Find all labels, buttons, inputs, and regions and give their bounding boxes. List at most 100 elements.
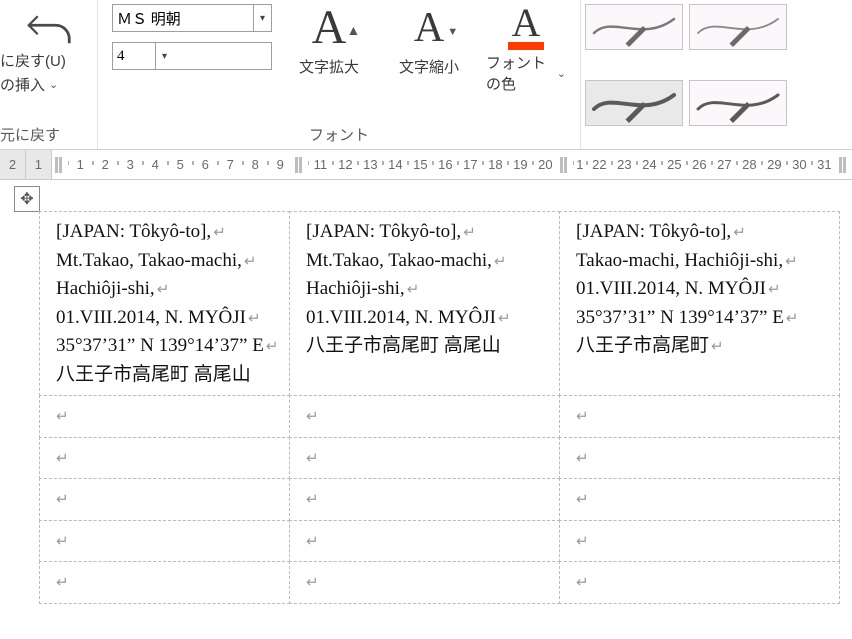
ruler-number: 17 — [458, 157, 483, 172]
chevron-down-icon[interactable]: ▾ — [253, 5, 271, 31]
ruler-number: 6 — [193, 157, 218, 172]
return-mark-icon: ↵ — [244, 251, 257, 274]
label-text: 八王子市高尾町 高尾山 — [56, 361, 251, 390]
ruler-number: 29 — [762, 157, 787, 172]
ruler-left-margin: 1 — [26, 150, 52, 179]
label-cell[interactable]: ↵ — [289, 395, 560, 438]
label-text: 35°37’31” N 139°14’37” E — [56, 332, 264, 361]
ruler-number: 12 — [333, 157, 358, 172]
label-cell[interactable]: ↵ — [559, 561, 840, 604]
label-cell[interactable]: ↵ — [559, 395, 840, 438]
font-size-input[interactable] — [113, 46, 155, 67]
label-cell[interactable]: ↵ — [289, 520, 560, 563]
font-name-combo[interactable]: ▾ — [112, 4, 272, 32]
label-cell[interactable]: ↵ — [39, 395, 290, 438]
return-mark-icon: ↵ — [733, 222, 746, 245]
return-mark-icon: ↵ — [576, 450, 589, 467]
label-text: Hachiôji-shi, — [56, 275, 155, 304]
ruler-number: 2 — [93, 157, 118, 172]
document-area[interactable]: ✥ [JAPAN: Tôkyô-to], ↵ Mt.Takao, Takao-ma… — [0, 180, 852, 639]
ruler-number: 3 — [118, 157, 143, 172]
return-mark-icon: ↵ — [56, 574, 69, 591]
column-break-icon — [557, 150, 573, 179]
font-size-combo[interactable]: ▾ — [112, 42, 272, 70]
return-mark-icon: ↵ — [407, 279, 420, 302]
return-mark-icon: ↵ — [306, 533, 319, 550]
label-cell[interactable]: ↵ — [289, 478, 560, 521]
label-cell[interactable]: ↵ — [39, 520, 290, 563]
pen-style-thumb[interactable] — [585, 80, 683, 126]
return-mark-icon: ↵ — [306, 574, 319, 591]
ruler-number: 25 — [662, 157, 687, 172]
font-name-input[interactable] — [113, 8, 253, 29]
chevron-down-icon: ⌄ — [49, 77, 58, 95]
return-mark-icon: ↵ — [266, 336, 279, 359]
font-color-label: フォントの色 — [486, 52, 553, 94]
ruler-number: 9 — [268, 157, 292, 172]
table-move-handle[interactable]: ✥ — [14, 186, 40, 212]
return-mark-icon: ↵ — [306, 491, 319, 508]
return-mark-icon: ↵ — [157, 279, 170, 302]
return-mark-icon: ↵ — [576, 574, 589, 591]
pen-styles-gallery — [581, 0, 801, 149]
letter-a-icon: A — [512, 4, 541, 42]
ruler-number: 19 — [508, 157, 533, 172]
insert-button[interactable]: の挿入⌄ — [0, 74, 97, 98]
insert-label: の挿入 — [0, 74, 45, 98]
ruler-ticks: 123456789 — [68, 150, 292, 179]
ruler-number: 5 — [168, 157, 193, 172]
undo-icon[interactable] — [22, 4, 76, 50]
return-mark-icon: ↵ — [576, 533, 589, 550]
chevron-down-icon: ⌄ — [557, 67, 566, 80]
ruler-number: 22 — [587, 157, 612, 172]
return-mark-icon: ↵ — [711, 336, 724, 359]
label-cell[interactable]: ↵ — [39, 437, 290, 480]
return-mark-icon: ↵ — [306, 408, 319, 425]
label-text: Hachiôji-shi, — [306, 275, 405, 304]
label-cell[interactable]: [JAPAN: Tôkyô-to],↵ Mt.Takao, Takao-mach… — [289, 211, 560, 396]
label-cell[interactable]: ↵ — [289, 437, 560, 480]
pen-style-thumb[interactable] — [585, 4, 683, 50]
undo-group-caption: 元に戻す — [0, 124, 60, 145]
return-mark-icon: ↵ — [768, 279, 781, 302]
ribbon: に戻す(U) の挿入⌄ 元に戻す ▾ ▾ A▲ 文字拡大 A▼ — [0, 0, 852, 150]
ruler-number: 7 — [218, 157, 243, 172]
return-mark-icon: ↵ — [576, 408, 589, 425]
label-cell[interactable]: ↵ — [39, 478, 290, 521]
return-mark-icon: ↵ — [785, 251, 798, 274]
label-cell[interactable]: ↵ — [559, 520, 840, 563]
ruler-number: 8 — [243, 157, 268, 172]
ruler-number: 24 — [637, 157, 662, 172]
horizontal-ruler[interactable]: 2 1 123456789 11121314151617181920 1 22 … — [0, 150, 852, 180]
label-cell[interactable]: ↵ — [289, 561, 560, 604]
ruler-number: 28 — [737, 157, 762, 172]
shrink-font-button[interactable]: A▼ 文字縮小 — [386, 4, 472, 77]
ruler-number: 14 — [383, 157, 408, 172]
ruler-number: 31 — [812, 157, 836, 172]
label-cell[interactable]: [JAPAN: Tôkyô-to], ↵ Mt.Takao, Takao-mach… — [39, 211, 290, 396]
return-mark-icon: ↵ — [463, 222, 476, 245]
label-cell[interactable]: ↵ — [559, 437, 840, 480]
grow-font-button[interactable]: A▲ 文字拡大 — [286, 4, 372, 77]
chevron-down-icon[interactable]: ▾ — [155, 43, 173, 69]
column-break-icon — [292, 150, 308, 179]
pen-style-thumb[interactable] — [689, 80, 787, 126]
return-mark-icon: ↵ — [56, 491, 69, 508]
pen-style-thumb[interactable] — [689, 4, 787, 50]
undo-button[interactable]: に戻す(U) — [0, 50, 97, 74]
label-cell[interactable]: [JAPAN: Tôkyô-to],↵ Takao-machi, Hachiôj… — [559, 211, 840, 396]
label-cell[interactable]: ↵ — [559, 478, 840, 521]
ruler-number: 16 — [433, 157, 458, 172]
label-text: 01.VIII.2014, N. MYÔJI — [56, 304, 246, 333]
label-text: Mt.Takao, Takao-machi, — [56, 247, 242, 276]
ruler-number: 27 — [712, 157, 737, 172]
return-mark-icon: ↵ — [576, 491, 589, 508]
label-text: [JAPAN: Tôkyô-to], — [56, 218, 211, 247]
ruler-ticks: 232425262728293031 — [612, 150, 836, 179]
return-mark-icon: ↵ — [248, 308, 261, 331]
font-color-button[interactable]: A フォントの色 ⌄ — [486, 4, 566, 94]
ruler-number: 1 — [68, 157, 93, 172]
label-cell[interactable]: ↵ — [39, 561, 290, 604]
label-text: 八王子市高尾町 高尾山 — [306, 332, 501, 361]
return-mark-icon: ↵ — [56, 533, 69, 550]
